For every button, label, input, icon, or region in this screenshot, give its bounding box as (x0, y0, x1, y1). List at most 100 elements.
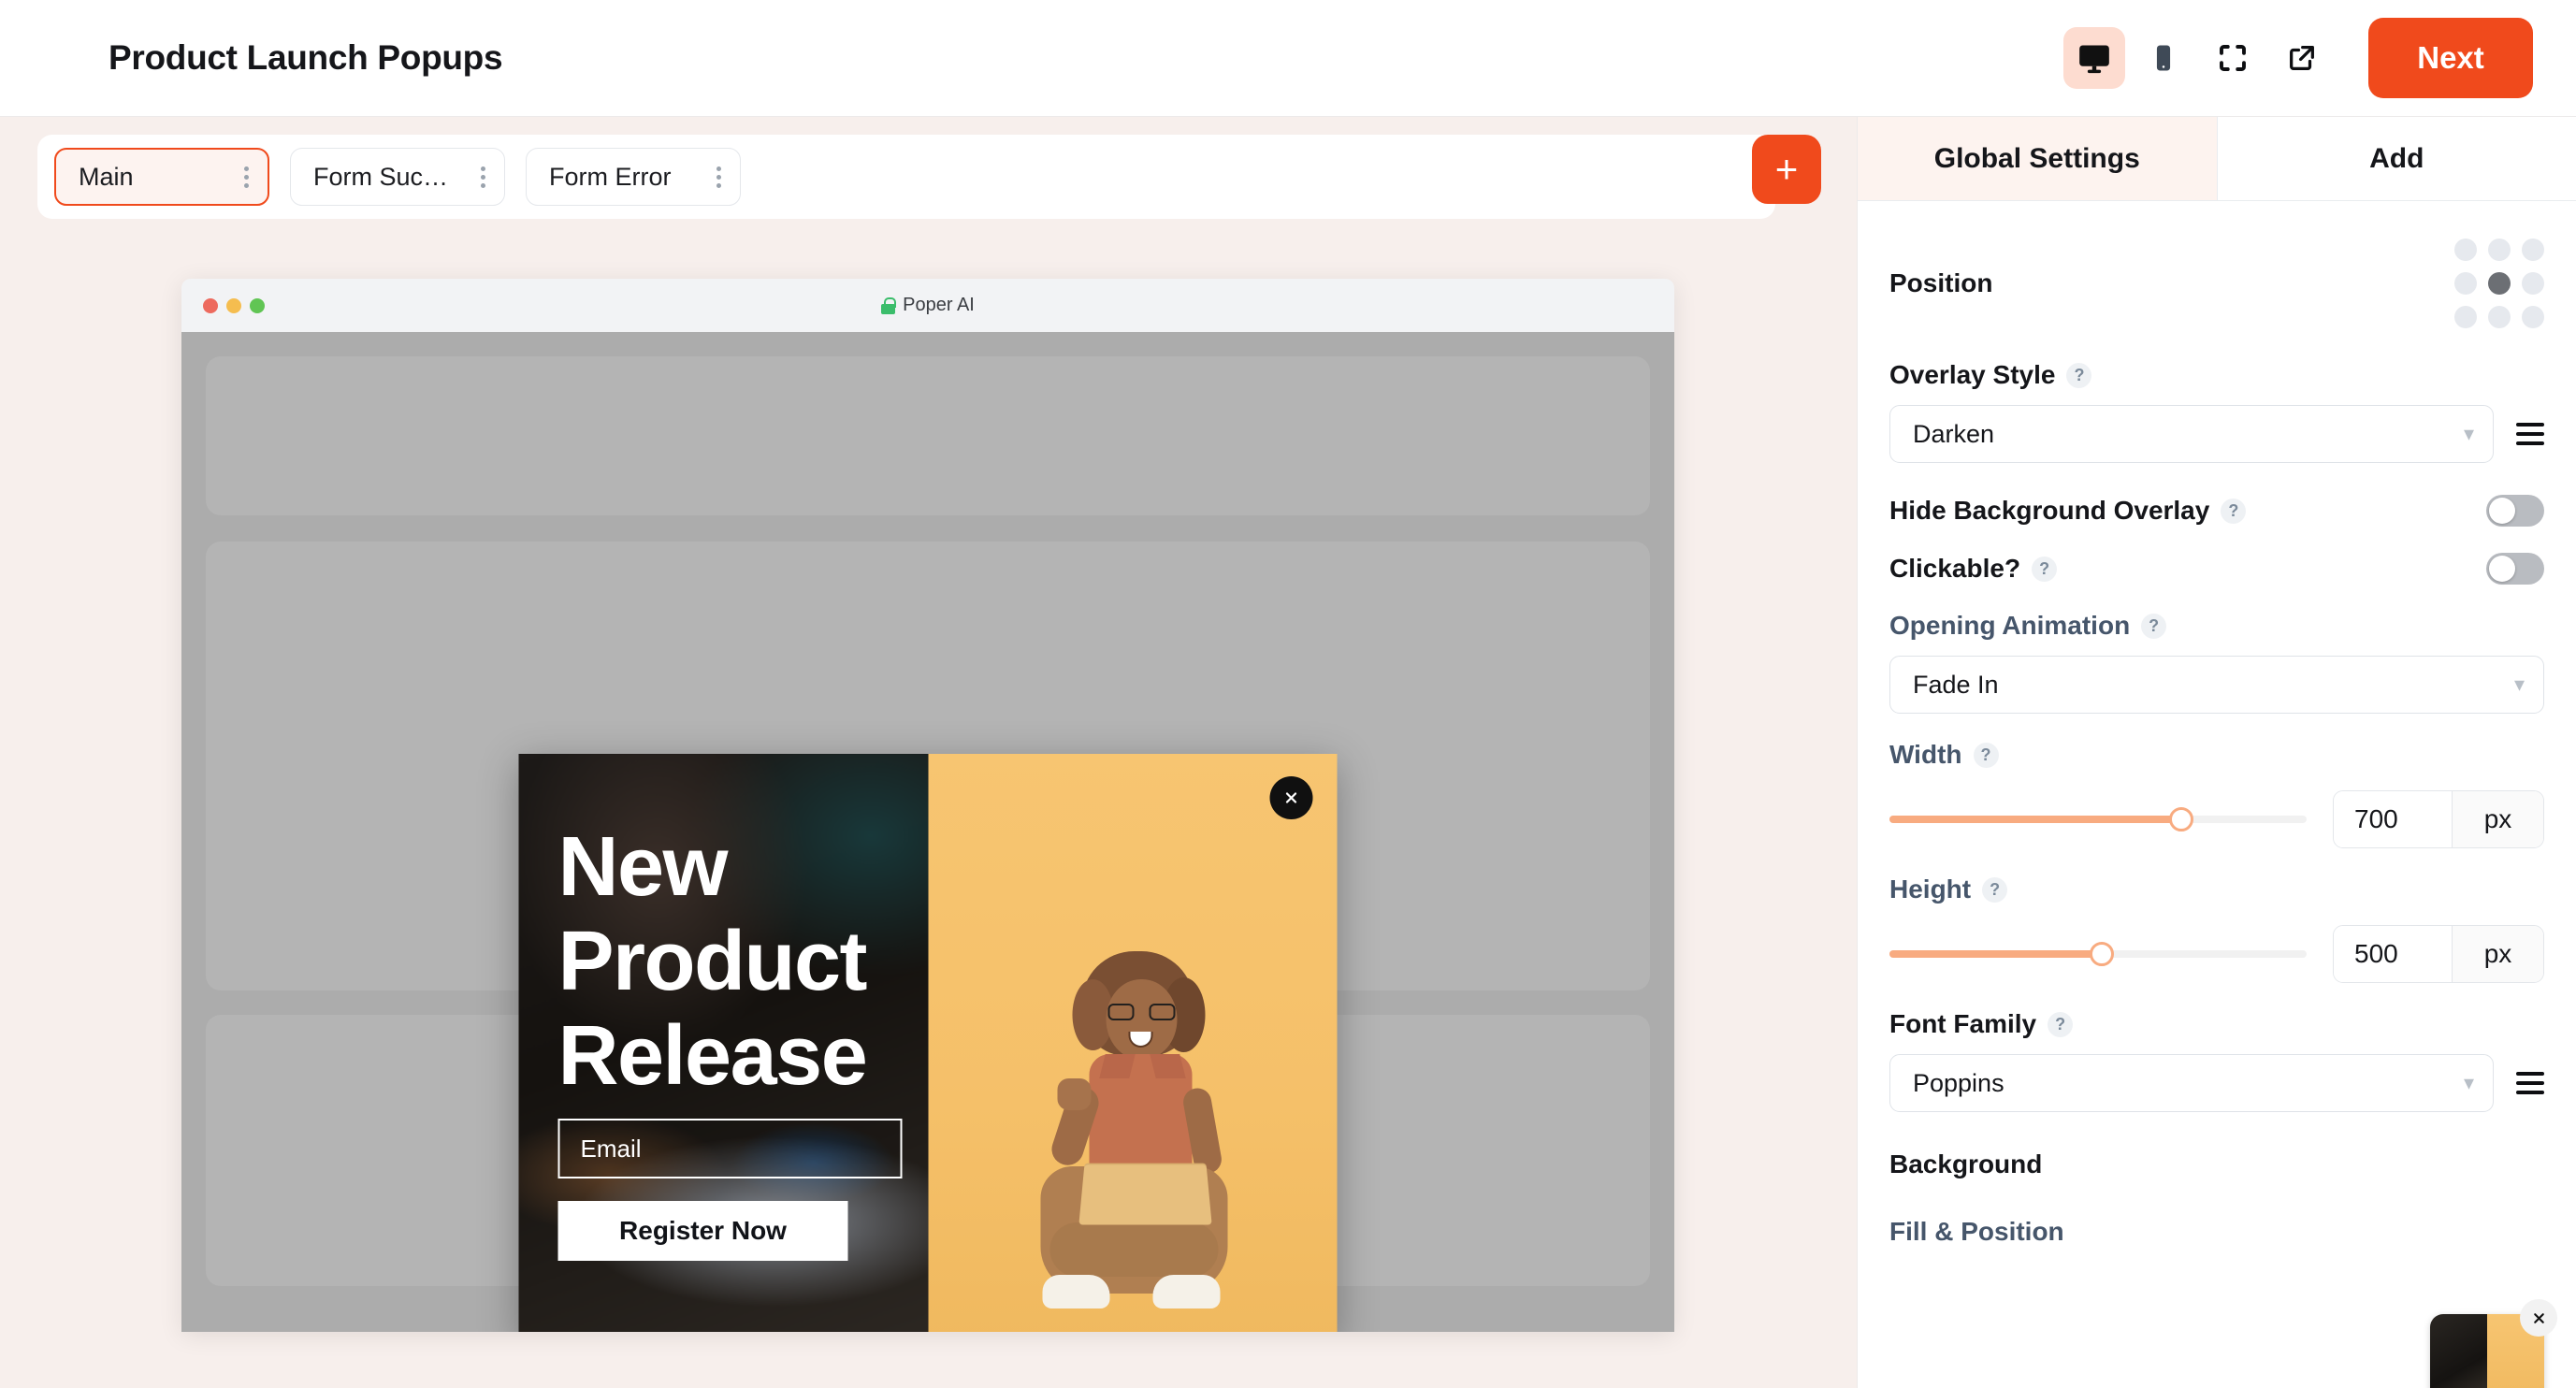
opening-animation-select[interactable]: Fade In ▾ (1889, 656, 2544, 714)
overlay-style-help-icon[interactable]: ? (2066, 362, 2092, 388)
width-label: Width (1889, 740, 1962, 769)
placeholder-block-hero (206, 356, 1650, 515)
clickable-help-icon[interactable]: ? (2032, 556, 2058, 582)
position-cell-top-left[interactable] (2454, 239, 2477, 261)
height-number-box: 500 px (2333, 925, 2544, 983)
desktop-view-button[interactable] (2063, 27, 2125, 89)
width-unit[interactable]: px (2452, 791, 2543, 847)
position-cell-bottom-left[interactable] (2454, 306, 2477, 328)
email-input[interactable]: Email (557, 1119, 902, 1179)
open-external-button[interactable] (2271, 27, 2333, 89)
position-cell-top-center[interactable] (2488, 239, 2511, 261)
opening-animation-value: Fade In (1913, 670, 1999, 699)
page-title: Product Launch Popups (109, 38, 503, 77)
position-cell-middle-right[interactable] (2522, 272, 2544, 295)
overlay-style-label: Overlay Style (1889, 360, 2056, 389)
register-now-button[interactable]: Register Now (557, 1201, 848, 1262)
width-label-row: Width ? (1889, 740, 2544, 770)
browser-preview: Poper AI New Product Release Email Regis… (181, 279, 1674, 1332)
height-label-row: Height ? (1889, 875, 2544, 904)
tab-main-menu-icon[interactable] (244, 166, 249, 188)
opening-animation-label-row: Opening Animation ? (1889, 611, 2544, 641)
height-slider-knob[interactable] (2090, 942, 2115, 966)
browser-chrome-bar: Poper AI (181, 279, 1674, 332)
font-family-control-row: Poppins ▾ (1889, 1054, 2544, 1112)
tab-form-success-menu-icon[interactable] (481, 166, 485, 188)
chevron-down-icon: ▾ (2463, 1071, 2474, 1094)
chevron-down-icon: ▾ (2463, 422, 2474, 445)
width-slider[interactable] (1889, 807, 2307, 831)
monitor-icon (2079, 45, 2109, 74)
tab-add[interactable]: Add (2216, 117, 2576, 200)
close-icon (2533, 1312, 2544, 1323)
popup-preview[interactable]: New Product Release Email Register Now (518, 754, 1338, 1332)
font-family-help-icon[interactable]: ? (2048, 1011, 2074, 1037)
width-value-input[interactable]: 700 (2334, 791, 2452, 847)
font-family-select[interactable]: Poppins ▾ (1889, 1054, 2494, 1112)
overlay-style-label-row: Overlay Style ? (1889, 360, 2544, 390)
tab-form-success-label: Form Suc… (313, 162, 449, 191)
position-setting-row: Position (1889, 239, 2544, 328)
tab-form-error-menu-icon[interactable] (716, 166, 721, 188)
background-thumbnail-wrap (2430, 1299, 2557, 1388)
width-number-box: 700 px (2333, 790, 2544, 848)
add-step-button[interactable]: + (1752, 135, 1821, 204)
fill-and-position-row: Fill & Position (1889, 1217, 2544, 1249)
tab-main[interactable]: Main (54, 148, 269, 206)
opening-animation-help-icon[interactable]: ? (2141, 613, 2167, 639)
fullscreen-icon (2220, 45, 2246, 71)
position-label: Position (1889, 268, 1993, 297)
height-help-icon[interactable]: ? (1982, 876, 2008, 903)
overlay-style-select[interactable]: Darken ▾ (1889, 405, 2494, 463)
popup-heading-line-1: New (557, 819, 729, 914)
overlay-style-control-row: Darken ▾ (1889, 405, 2544, 463)
hide-background-overlay-label: Hide Background Overlay (1889, 496, 2210, 525)
overlay-style-list-menu-icon[interactable] (2516, 423, 2544, 445)
clickable-toggle[interactable] (2486, 553, 2544, 585)
height-unit[interactable]: px (2452, 926, 2543, 982)
hide-background-overlay-help-icon[interactable]: ? (2221, 498, 2247, 524)
tab-global-settings[interactable]: Global Settings (1858, 117, 2217, 200)
background-label: Background (1889, 1149, 2043, 1178)
tab-form-error-label: Form Error (549, 162, 672, 191)
popup-person-illustration (992, 946, 1273, 1332)
hide-background-overlay-toggle[interactable] (2486, 495, 2544, 527)
opening-animation-label: Opening Animation (1889, 611, 2131, 640)
font-family-list-menu-icon[interactable] (2516, 1072, 2544, 1094)
overlay-style-value: Darken (1913, 419, 1995, 448)
browser-site-title-wrap: Poper AI (181, 295, 1674, 316)
tab-form-success[interactable]: Form Suc… (290, 148, 505, 206)
hide-background-overlay-row: Hide Background Overlay ? (1889, 495, 2544, 527)
lock-icon (881, 296, 897, 314)
fullscreen-button[interactable] (2202, 27, 2264, 89)
tab-main-label: Main (79, 162, 134, 191)
height-value-input[interactable]: 500 (2334, 926, 2452, 982)
font-family-value: Poppins (1913, 1068, 2004, 1097)
editor-canvas: Main Form Suc… Form Error + Poper AI New… (0, 117, 1857, 1388)
position-cell-middle-center[interactable] (2488, 272, 2511, 295)
top-header-bar: Product Launch Popups Next (0, 0, 2576, 117)
height-slider[interactable] (1889, 942, 2307, 966)
popup-close-button[interactable] (1269, 776, 1313, 819)
position-cell-top-right[interactable] (2522, 239, 2544, 261)
popup-image-side (928, 754, 1338, 1332)
mobile-view-button[interactable] (2133, 27, 2194, 89)
height-label: Height (1889, 875, 1972, 904)
position-grid[interactable] (2454, 239, 2544, 328)
external-link-icon (2290, 46, 2314, 70)
popup-content-side: New Product Release Email Register Now (518, 754, 928, 1332)
remove-background-button[interactable] (2520, 1299, 2557, 1337)
tab-form-error[interactable]: Form Error (526, 148, 741, 206)
width-control-row: 700 px (1889, 790, 2544, 848)
popup-heading-line-3: Release (557, 1009, 868, 1104)
width-slider-knob[interactable] (2169, 807, 2194, 831)
position-cell-middle-left[interactable] (2454, 272, 2477, 295)
phone-icon (2156, 45, 2171, 71)
width-help-icon[interactable]: ? (1973, 742, 1999, 768)
height-control-row: 500 px (1889, 925, 2544, 983)
close-icon (1285, 792, 1297, 803)
sidebar-tabs: Global Settings Add (1858, 117, 2576, 201)
position-cell-bottom-right[interactable] (2522, 306, 2544, 328)
position-cell-bottom-center[interactable] (2488, 306, 2511, 328)
next-button[interactable]: Next (2368, 18, 2533, 98)
